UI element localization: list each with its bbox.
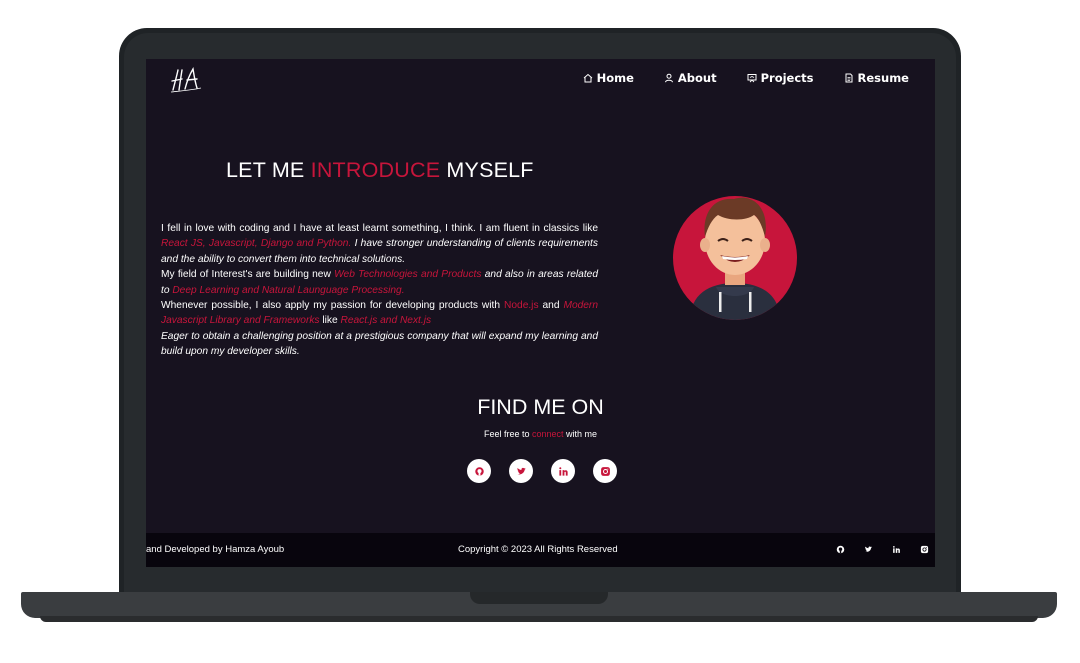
bio-highlight: React.js and Next.js [340,315,432,327]
logo[interactable] [168,65,204,97]
bio-text: I fell in love with coding and I have at… [161,223,598,234]
find-sub-text: with me [563,429,598,439]
instagram-icon [920,545,929,554]
nav-resume[interactable]: Resume [844,71,909,85]
bio-text: like [319,315,341,327]
bio-paragraph-1: I fell in love with coding and I have at… [161,221,598,267]
intro-title-post: MYSELF [440,158,534,182]
nav-about[interactable]: About [664,71,717,85]
bio-paragraph-4: Eager to obtain a challenging position a… [161,329,598,360]
instagram-link[interactable] [593,459,617,483]
nav-home[interactable]: Home [583,71,634,85]
nav-home-label: Home [596,71,634,85]
home-icon [583,73,592,83]
nav-projects-label: Projects [760,71,814,85]
instagram-icon [600,466,610,476]
footer-social-links [836,545,931,556]
laptop-notch [470,592,608,604]
footer-instagram-link[interactable] [920,545,931,556]
logo-signature-icon [170,67,202,93]
bio-text: and [538,300,564,312]
bio-text: Whenever possible, I also apply my passi… [161,300,504,312]
user-icon [664,73,673,83]
find-sub-text: Feel free to [483,429,532,439]
linkedin-icon [893,546,900,553]
find-me-subtitle: Feel free to connect with me [146,429,935,439]
footer: and Developed by Hamza Ayoub Copyright ©… [146,533,935,567]
nav-projects[interactable]: Projects [747,71,814,85]
laptop-base-shadow [40,616,1038,622]
bio-highlight: Deep Learning and Natural Launguage Proc… [172,284,405,296]
find-me-title: FIND ME ON [477,395,604,419]
document-icon [845,73,853,83]
avatar [673,196,797,320]
connect-link[interactable]: connect [532,429,564,439]
bio-text-italic: Eager to obtain a challenging position a… [161,330,598,358]
social-links [467,459,617,483]
bio-highlight: React JS, Javascript, Django and Python. [161,238,352,250]
github-link[interactable] [467,459,491,483]
intro-title-highlight: INTRODUCE [310,158,441,182]
intro-title-pre: LET ME [226,158,311,182]
nav-about-label: About [677,71,717,85]
bio-paragraph-3: Whenever possible, I also apply my passi… [161,298,598,329]
footer-credit: and Developed by Hamza Ayoub [146,544,285,555]
footer-linkedin-link[interactable] [892,545,903,556]
bio-highlight: Web Technologies and Products [334,269,482,281]
projects-icon [747,74,757,83]
footer-copyright: Copyright © 2023 All Rights Reserved [458,544,618,555]
bio-text: My field of Interest's are building new [161,269,335,281]
github-icon [836,545,845,554]
footer-github-link[interactable] [836,545,847,556]
intro-title: LET ME INTRODUCE MYSELF [226,158,534,183]
footer-twitter-link[interactable] [864,545,875,556]
linkedin-link[interactable] [551,459,575,483]
twitter-icon [865,546,873,552]
bio-paragraph-2: My field of Interest's are building new … [161,267,598,298]
website-screen: Home About Projects Resume LET ME INTROD… [146,59,935,567]
bio-highlight: Node.js [504,300,539,312]
twitter-icon [516,467,526,474]
linkedin-icon [558,466,568,476]
main-nav: Home About Projects Resume [583,71,909,85]
twitter-link[interactable] [509,459,533,483]
intro-bio: I fell in love with coding and I have at… [161,221,598,360]
github-icon [474,466,484,476]
nav-resume-label: Resume [857,71,909,85]
